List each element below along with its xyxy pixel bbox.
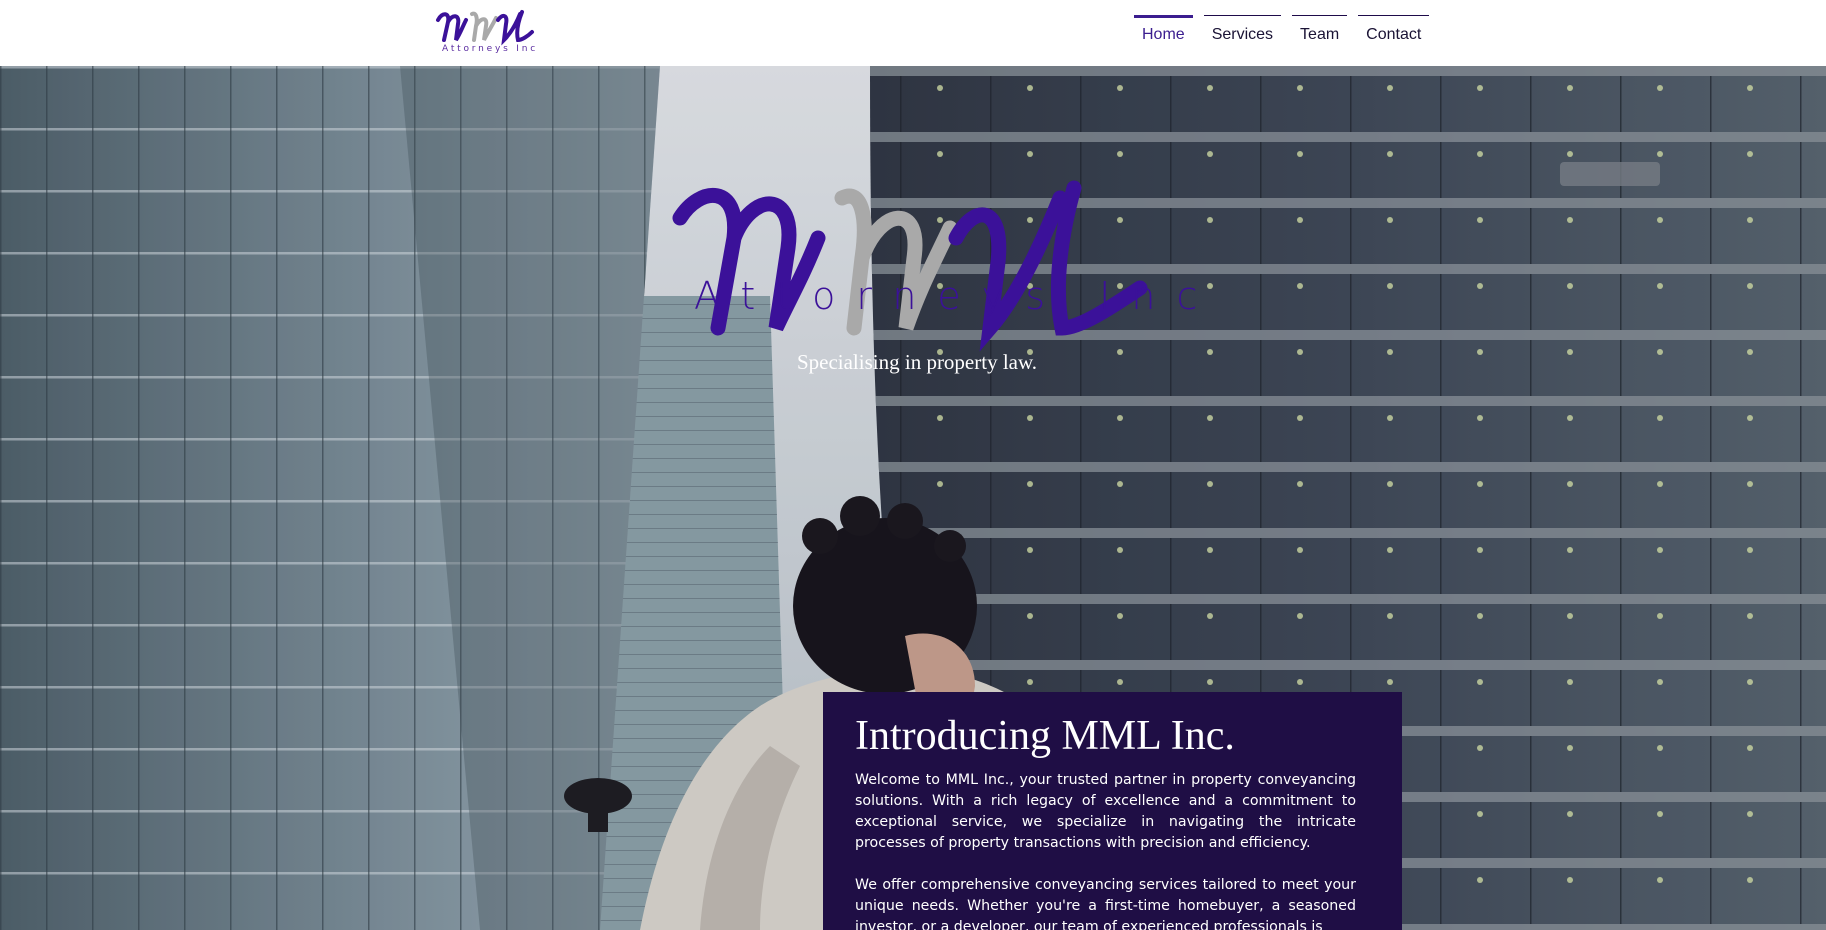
nav-team-label: Team <box>1300 26 1340 43</box>
nav-contact[interactable]: Contact <box>1358 15 1430 45</box>
site-logo[interactable]: Attorneys Inc <box>432 6 548 58</box>
nav-home[interactable]: Home <box>1134 15 1193 45</box>
intro-title: Introducing MML Inc. <box>855 713 1235 759</box>
intro-paragraph-2: We offer comprehensive conveyancing serv… <box>855 877 1356 930</box>
nav-services-label: Services <box>1211 26 1274 43</box>
nav-services[interactable]: Services <box>1203 15 1282 45</box>
site-header: Attorneys Inc Home Services Team Contact <box>0 0 1826 66</box>
main-nav: Home Services Team Contact <box>1134 15 1430 45</box>
intro-paragraph-1: Welcome to MML Inc., your trusted partne… <box>855 772 1356 851</box>
hero-tagline: Specialising in property law. <box>796 350 1038 374</box>
logo-mark-icon <box>436 10 534 46</box>
nav-team[interactable]: Team <box>1292 15 1348 45</box>
hero-section: Attorneys Inc Specialising in property l… <box>0 66 1826 930</box>
logo-subtitle: Attorneys Inc <box>442 44 538 54</box>
nav-home-label: Home <box>1142 26 1185 43</box>
intro-card: Introducing MML Inc. Welcome to MML Inc.… <box>823 692 1402 930</box>
nav-contact-label: Contact <box>1366 26 1422 43</box>
hero-logo-subtitle: Attorneys Inc <box>694 274 1219 318</box>
